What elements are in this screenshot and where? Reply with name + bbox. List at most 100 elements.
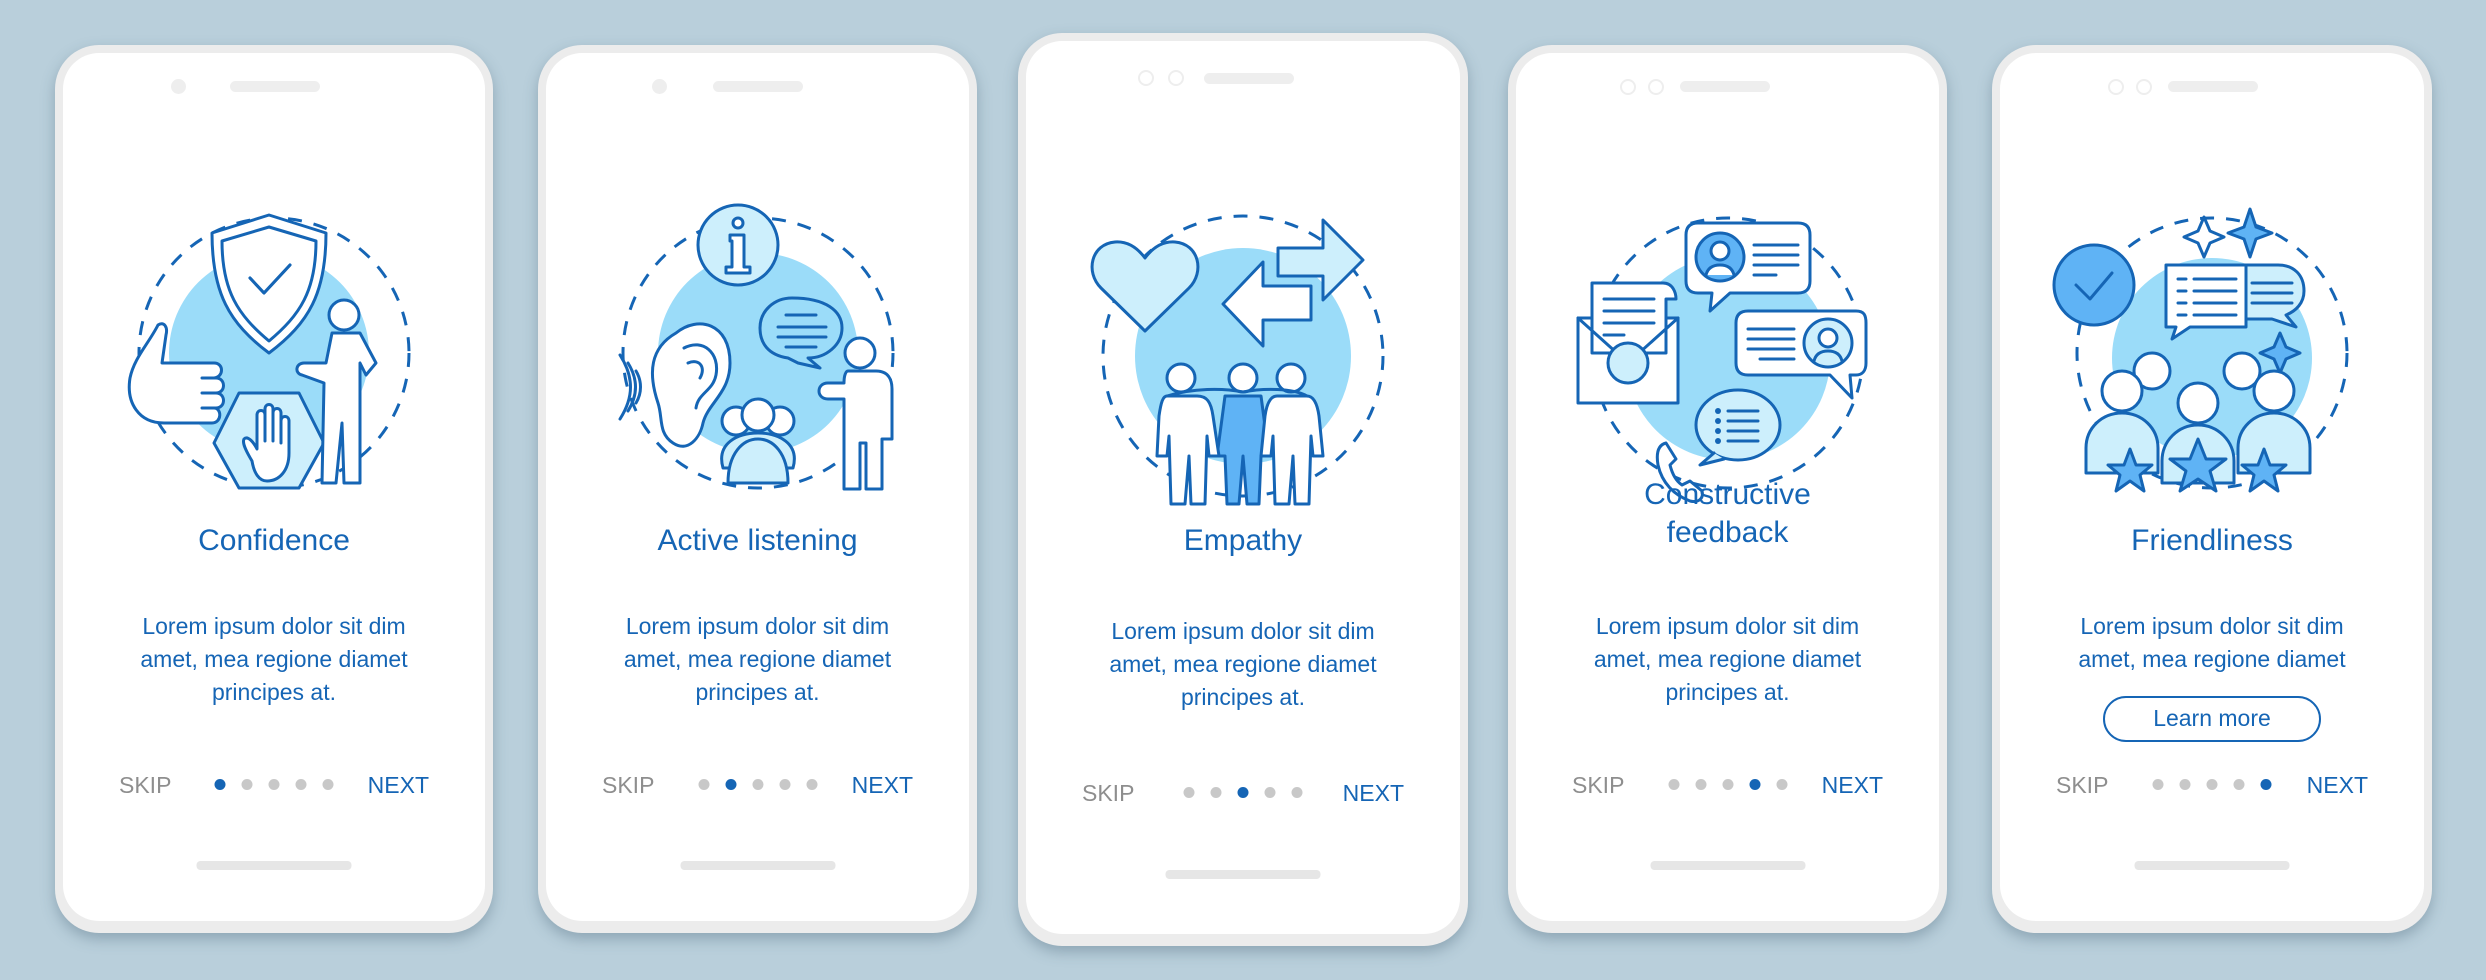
page-dot-3[interactable]: [2206, 779, 2218, 790]
description-line: Lorem ipsum dolor sit dim: [1111, 618, 1375, 644]
page-dot-1[interactable]: [1183, 787, 1195, 798]
description-line: principes at.: [1180, 684, 1305, 710]
page-dot-5[interactable]: [806, 779, 817, 790]
description-line: amet, mea regione diamet: [2078, 646, 2346, 672]
description-line: amet, mea regione diamet: [1109, 651, 1377, 677]
page-indicator: [1183, 787, 1303, 798]
page-dot-3-active[interactable]: [1237, 787, 1249, 798]
screen-description: Lorem ipsum dolor sit dim amet, mea regi…: [1056, 615, 1430, 714]
skip-button[interactable]: SKIP: [602, 770, 654, 800]
phone-display: Empathy Lorem ipsum dolor sit dim amet, …: [1026, 41, 1460, 934]
page-indicator: [2152, 779, 2272, 790]
active-listening-illustration: [618, 203, 894, 491]
home-indicator[interactable]: [1650, 861, 1805, 870]
description-line: amet, mea regione diamet: [1593, 646, 1862, 672]
front-camera: [171, 79, 186, 94]
group-icon: [719, 397, 796, 485]
front-sensor: [1648, 79, 1664, 95]
description-line: Lorem ipsum dolor sit dim: [142, 613, 406, 639]
home-indicator[interactable]: [196, 861, 352, 870]
onboarding-nav: SKIP NEXT: [546, 770, 969, 800]
page-dot-4[interactable]: [2233, 779, 2245, 790]
skip-button[interactable]: SKIP: [1082, 778, 1134, 808]
screen-description: Lorem ipsum dolor sit dim amet, mea regi…: [1546, 610, 1909, 709]
home-indicator[interactable]: [680, 861, 835, 870]
page-dot-2[interactable]: [2179, 779, 2191, 790]
screen-description: Lorem ipsum dolor sit dim amet, mea regi…: [576, 610, 939, 709]
page-dot-3[interactable]: [752, 779, 763, 790]
phone-display: Constructive feedback Lorem ipsum dolor …: [1516, 53, 1939, 921]
next-button[interactable]: NEXT: [368, 770, 429, 800]
page-dot-3[interactable]: [268, 779, 280, 790]
skip-button[interactable]: SKIP: [119, 770, 171, 800]
description-line: principes at.: [211, 679, 336, 705]
page-dot-3[interactable]: [1722, 779, 1733, 790]
page-dot-5[interactable]: [322, 779, 334, 790]
page-dot-4[interactable]: [779, 779, 790, 790]
front-camera: [2108, 79, 2124, 95]
description-line: Lorem ipsum dolor sit dim: [2080, 613, 2344, 639]
description-line: Lorem ipsum dolor sit dim: [1595, 613, 1860, 639]
phone-screen-friendliness: Friendliness Lorem ipsum dolor sit dim a…: [1992, 45, 2432, 933]
phone-screen-confidence: Confidence Lorem ipsum dolor sit dim ame…: [55, 45, 493, 933]
page-dot-2[interactable]: [241, 779, 253, 790]
next-button[interactable]: NEXT: [2307, 770, 2368, 800]
page-indicator: [1668, 779, 1787, 790]
page-dot-1-active[interactable]: [214, 779, 226, 790]
envelope-letter-icon: [1576, 281, 1679, 405]
screen-title: Constructive feedback: [1516, 476, 1939, 552]
phone-screen-active-listening: Active listening Lorem ipsum dolor sit d…: [538, 45, 977, 933]
phone-screen-empathy: Empathy Lorem ipsum dolor sit dim amet, …: [1018, 33, 1468, 946]
page-dot-4[interactable]: [1264, 787, 1276, 798]
speaker-grille: [713, 81, 803, 92]
title-line: feedback: [1666, 516, 1789, 549]
speaker-grille: [1204, 73, 1294, 84]
phone-display: Friendliness Lorem ipsum dolor sit dim a…: [2000, 53, 2424, 921]
learn-more-button[interactable]: Learn more: [2103, 696, 2321, 742]
group-hug-icon: [1155, 362, 1325, 506]
skip-button[interactable]: SKIP: [2056, 770, 2108, 800]
info-icon: [696, 203, 779, 287]
description-line: principes at.: [695, 679, 820, 705]
page-dot-2-active[interactable]: [725, 779, 736, 790]
page-dot-1[interactable]: [1668, 779, 1679, 790]
speaker-grille: [230, 81, 320, 92]
page-dot-1[interactable]: [698, 779, 709, 790]
description-line: amet, mea regione diamet: [140, 646, 408, 672]
friendliness-illustration: [2052, 207, 2349, 493]
description-line: amet, mea regione diamet: [623, 646, 892, 672]
page-dot-5-active[interactable]: [2260, 779, 2272, 790]
front-camera: [652, 79, 667, 94]
screen-title: Empathy: [1183, 524, 1303, 557]
front-camera: [1138, 70, 1154, 86]
page-indicator: [214, 779, 334, 790]
next-button[interactable]: NEXT: [1822, 770, 1883, 800]
screen-title: Active listening: [657, 524, 858, 557]
page-dot-5[interactable]: [1776, 779, 1787, 790]
screen-title: Friendliness: [2131, 524, 2293, 557]
home-indicator[interactable]: [2134, 861, 2290, 870]
check-circle-icon: [2052, 243, 2136, 327]
screen-description: Lorem ipsum dolor sit dim amet, mea regi…: [2030, 610, 2394, 676]
title-line: Constructive: [1644, 478, 1811, 511]
home-indicator[interactable]: [1165, 870, 1321, 879]
confidence-illustration: [127, 213, 411, 490]
page-dot-5[interactable]: [1291, 787, 1303, 798]
phone-display: Confidence Lorem ipsum dolor sit dim ame…: [63, 53, 485, 921]
page-dot-4[interactable]: [295, 779, 307, 790]
constructive-feedback-illustration: [1576, 216, 1867, 503]
empathy-illustration: [1090, 214, 1385, 506]
next-button[interactable]: NEXT: [1343, 778, 1404, 808]
page-dot-1[interactable]: [2152, 779, 2164, 790]
skip-button[interactable]: SKIP: [1572, 770, 1624, 800]
page-indicator: [698, 779, 817, 790]
page-dot-4-active[interactable]: [1749, 779, 1760, 790]
front-camera: [1620, 79, 1636, 95]
onboarding-nav: SKIP NEXT: [2000, 770, 2424, 800]
front-sensor: [2136, 79, 2152, 95]
screen-title: Confidence: [198, 524, 350, 557]
phone-screen-constructive-feedback: Constructive feedback Lorem ipsum dolor …: [1508, 45, 1947, 933]
next-button[interactable]: NEXT: [852, 770, 913, 800]
page-dot-2[interactable]: [1210, 787, 1222, 798]
page-dot-2[interactable]: [1695, 779, 1706, 790]
